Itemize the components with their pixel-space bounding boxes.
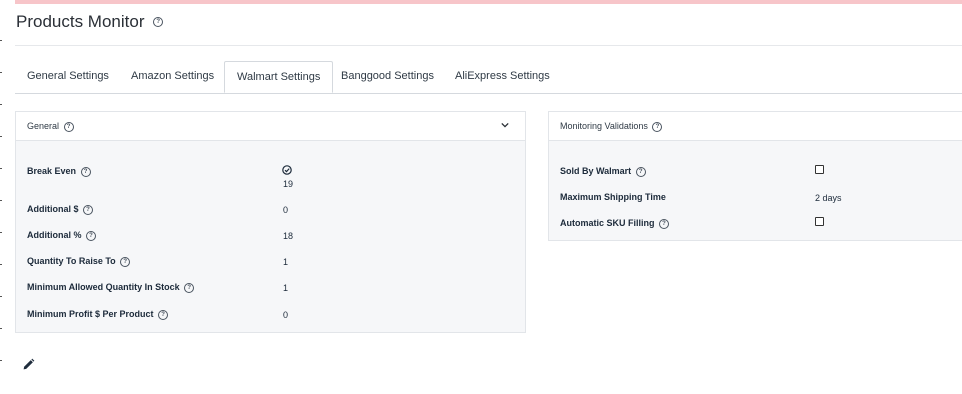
break-even-label: Break Even — [27, 166, 77, 176]
page-title: Products Monitor ? — [16, 12, 164, 32]
min-profit-value: 0 — [283, 310, 289, 320]
min-profit-row: Minimum Profit $ Per Product ? — [27, 309, 169, 320]
general-panel: General ? Break Even ? 19 Additional $ ?… — [15, 111, 526, 333]
additional-dollar-value: 0 — [283, 205, 289, 215]
min-quantity-value: 1 — [283, 283, 289, 293]
tab-banggood-settings[interactable]: Banggood Settings — [329, 61, 446, 92]
tab-label: Walmart Settings — [237, 71, 321, 83]
tab-general-settings[interactable]: General Settings — [15, 61, 121, 92]
tab-label: Banggood Settings — [341, 70, 434, 82]
min-quantity-row: Minimum Allowed Quantity In Stock ? — [27, 282, 195, 293]
help-icon[interactable]: ? — [158, 309, 169, 320]
sold-by-walmart-row: Sold By Walmart ? — [560, 166, 646, 177]
tab-aliexpress-settings[interactable]: AliExpress Settings — [443, 61, 562, 92]
tab-label: General Settings — [27, 70, 109, 82]
help-icon[interactable]: ? — [80, 166, 91, 177]
tab-label: AliExpress Settings — [455, 70, 550, 82]
max-shipping-value: 2 days — [815, 193, 842, 203]
auto-sku-checkbox[interactable] — [815, 217, 824, 226]
alert-bar — [15, 0, 962, 4]
min-profit-label: Minimum Profit $ Per Product — [27, 309, 154, 319]
tab-amazon-settings[interactable]: Amazon Settings — [119, 61, 226, 92]
tab-walmart-settings[interactable]: Walmart Settings — [224, 61, 334, 93]
help-icon[interactable]: ? — [659, 218, 670, 229]
help-icon[interactable]: ? — [652, 121, 663, 132]
divider — [15, 45, 962, 46]
additional-percent-row: Additional % ? — [27, 230, 97, 241]
pencil-edit-icon[interactable] — [22, 358, 35, 371]
max-shipping-label: Maximum Shipping Time — [560, 192, 666, 202]
help-icon[interactable]: ? — [153, 16, 164, 27]
min-quantity-label: Minimum Allowed Quantity In Stock — [27, 282, 180, 292]
validations-panel-title: Monitoring Validations — [560, 121, 648, 131]
additional-dollar-row: Additional $ ? — [27, 204, 94, 215]
check-circle-icon — [282, 165, 292, 175]
chevron-down-icon[interactable] — [501, 121, 509, 129]
sold-by-walmart-label: Sold By Walmart — [560, 166, 632, 176]
validations-panel-header: Monitoring Validations ? — [549, 112, 962, 141]
additional-percent-value: 18 — [283, 231, 294, 241]
help-icon[interactable]: ? — [184, 282, 195, 293]
quantity-raise-value: 1 — [283, 257, 289, 267]
general-panel-title: General — [27, 121, 60, 131]
max-shipping-row: Maximum Shipping Time — [560, 192, 666, 202]
page-title-text: Products Monitor — [16, 12, 145, 31]
quantity-raise-label: Quantity To Raise To — [27, 256, 116, 266]
auto-sku-label: Automatic SKU Filling — [560, 218, 655, 228]
help-icon[interactable]: ? — [83, 204, 94, 215]
auto-sku-row: Automatic SKU Filling ? — [560, 218, 670, 229]
tab-label: Amazon Settings — [131, 70, 215, 82]
sold-by-walmart-checkbox[interactable] — [815, 165, 824, 174]
help-icon[interactable]: ? — [63, 121, 74, 132]
additional-dollar-label: Additional $ — [27, 204, 79, 214]
break-even-value: 19 — [283, 179, 294, 189]
additional-percent-label: Additional % — [27, 230, 82, 240]
tab-bar: General Settings Amazon Settings Walmart… — [15, 61, 962, 94]
general-panel-header[interactable]: General ? — [16, 112, 525, 141]
validations-panel: Monitoring Validations ? Sold By Walmart… — [548, 111, 962, 241]
help-icon[interactable]: ? — [120, 256, 131, 267]
help-icon[interactable]: ? — [86, 230, 97, 241]
help-icon[interactable]: ? — [635, 166, 646, 177]
quantity-raise-row: Quantity To Raise To ? — [27, 256, 131, 267]
break-even-row: Break Even ? — [27, 166, 91, 177]
